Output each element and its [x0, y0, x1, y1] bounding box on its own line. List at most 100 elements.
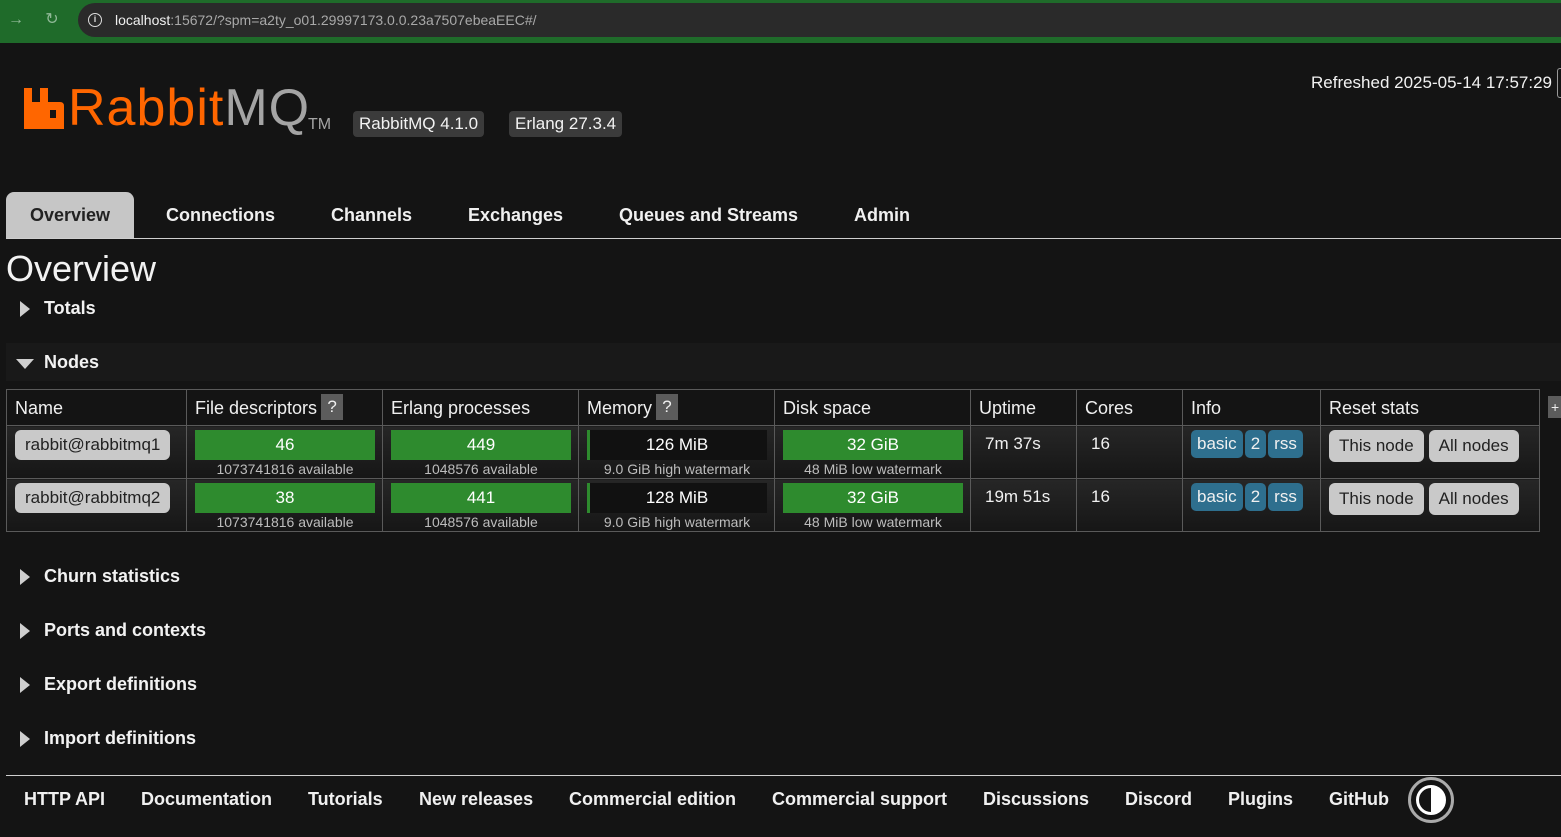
- section-export-label: Export definitions: [44, 674, 197, 694]
- tab-connections[interactable]: Connections: [166, 192, 275, 238]
- table-row: rabbit@rabbitmq2 38 1073741816 available …: [6, 478, 1540, 532]
- node-name-link[interactable]: rabbit@rabbitmq2: [15, 483, 171, 513]
- erlang-version-badge: Erlang 27.3.4: [509, 111, 623, 137]
- refreshed-timestamp: Refreshed 2025-05-14 17:57:29: [1310, 73, 1552, 92]
- tab-channels[interactable]: Channels: [331, 192, 412, 238]
- refresh-interval-select[interactable]: [1557, 68, 1561, 98]
- help-icon[interactable]: ?: [656, 394, 679, 421]
- section-churn-statistics[interactable]: Churn statistics: [6, 557, 1561, 595]
- contrast-icon: [1416, 785, 1446, 815]
- address-bar[interactable]: i localhost:15672/?spm=a2ty_o01.29997173…: [78, 3, 1561, 37]
- reload-icon[interactable]: ↻: [41, 9, 63, 31]
- section-import-label: Import definitions: [44, 728, 196, 748]
- footer-link-discussions[interactable]: Discussions: [983, 789, 1089, 810]
- section-nodes[interactable]: Nodes: [6, 343, 1561, 381]
- memory-bar-fill: [587, 483, 590, 513]
- collapse-arrow-icon: [16, 359, 34, 369]
- expand-arrow-icon: [20, 623, 30, 639]
- table-header-row: Name File descriptors? Erlang processes …: [6, 389, 1540, 426]
- reset-all-nodes-button[interactable]: All nodes: [1428, 430, 1519, 462]
- cores-value: 16: [1091, 434, 1110, 453]
- file-descriptors-available: 1073741816 available: [216, 514, 354, 530]
- memory-bar-fill: [587, 430, 590, 460]
- footer-link-tutorials[interactable]: Tutorials: [308, 789, 383, 810]
- node-name-link[interactable]: rabbit@rabbitmq1: [15, 430, 171, 460]
- logo-wordmark: RabbitMQ: [68, 79, 311, 137]
- col-name[interactable]: Name: [6, 389, 187, 426]
- section-ports-and-contexts[interactable]: Ports and contexts: [6, 611, 1561, 649]
- col-disk-space[interactable]: Disk space: [774, 389, 971, 426]
- forward-arrow-icon[interactable]: →: [5, 9, 27, 31]
- reset-this-node-button[interactable]: This node: [1329, 430, 1424, 462]
- erlang-processes-available: 1048576 available: [424, 461, 538, 477]
- section-totals[interactable]: Totals: [6, 289, 1561, 327]
- tab-admin[interactable]: Admin: [854, 192, 910, 238]
- col-cores[interactable]: Cores: [1076, 389, 1183, 426]
- col-info[interactable]: Info: [1182, 389, 1321, 426]
- rabbitmq-version-badge: RabbitMQ 4.1.0: [353, 111, 485, 137]
- section-churn-label: Churn statistics: [44, 566, 181, 586]
- file-descriptors-bar: 38: [195, 483, 375, 513]
- section-nodes-label: Nodes: [44, 352, 100, 372]
- footer: HTTP API Documentation Tutorials New rel…: [6, 775, 1561, 837]
- main-nav-tabs: Overview Connections Channels Exchanges …: [6, 192, 1561, 239]
- cores-value: 16: [1091, 487, 1110, 506]
- info-tag-rss[interactable]: rss: [1268, 430, 1303, 458]
- uptime-value: 19m 51s: [985, 487, 1051, 506]
- col-reset-stats: Reset stats: [1320, 389, 1540, 426]
- table-row: rabbit@rabbitmq1 46 1073741816 available …: [6, 425, 1540, 479]
- add-columns-button[interactable]: +: [1548, 396, 1561, 418]
- reset-all-nodes-button[interactable]: All nodes: [1428, 483, 1519, 515]
- help-icon[interactable]: ?: [321, 394, 344, 421]
- expand-arrow-icon: [20, 301, 30, 317]
- disk-watermark: 48 MiB low watermark: [804, 461, 942, 477]
- footer-link-http-api[interactable]: HTTP API: [24, 789, 105, 810]
- info-tag-basic[interactable]: basic: [1191, 430, 1243, 458]
- col-file-descriptors[interactable]: File descriptors?: [186, 389, 383, 426]
- tab-overview[interactable]: Overview: [6, 192, 135, 238]
- tab-queues-and-streams[interactable]: Queues and Streams: [619, 192, 798, 238]
- reset-this-node-button[interactable]: This node: [1329, 483, 1424, 515]
- memory-watermark: 9.0 GiB high watermark: [603, 514, 751, 530]
- theme-toggle-button[interactable]: [1408, 777, 1454, 823]
- page-title: Overview: [6, 248, 157, 289]
- erlang-processes-available: 1048576 available: [424, 514, 538, 530]
- info-tag-rss[interactable]: rss: [1268, 483, 1303, 511]
- section-export-definitions[interactable]: Export definitions: [6, 665, 1561, 703]
- footer-link-new-releases[interactable]: New releases: [419, 789, 533, 810]
- expand-arrow-icon: [20, 731, 30, 747]
- memory-watermark: 9.0 GiB high watermark: [603, 461, 751, 477]
- info-tag-basic[interactable]: basic: [1191, 483, 1243, 511]
- uptime-value: 7m 37s: [985, 434, 1041, 453]
- col-uptime[interactable]: Uptime: [970, 389, 1077, 426]
- disk-space-bar: 32 GiB: [783, 483, 963, 513]
- footer-link-plugins[interactable]: Plugins: [1228, 789, 1293, 810]
- footer-link-commercial-support[interactable]: Commercial support: [772, 789, 947, 810]
- file-descriptors-available: 1073741816 available: [216, 461, 354, 477]
- footer-link-documentation[interactable]: Documentation: [141, 789, 272, 810]
- disk-watermark: 48 MiB low watermark: [804, 514, 942, 530]
- expand-arrow-icon: [20, 569, 30, 585]
- erlang-processes-bar: 441: [391, 483, 571, 513]
- footer-link-github[interactable]: GitHub: [1329, 789, 1389, 810]
- section-totals-label: Totals: [44, 298, 96, 318]
- info-tag-count[interactable]: 2: [1244, 430, 1267, 458]
- site-info-icon[interactable]: i: [88, 13, 102, 27]
- section-import-definitions[interactable]: Import definitions: [6, 719, 1561, 757]
- memory-bar: 126 MiB: [587, 430, 767, 460]
- rabbitmq-logo-icon: [24, 88, 64, 129]
- disk-space-bar: 32 GiB: [783, 430, 963, 460]
- section-ports-label: Ports and contexts: [44, 620, 207, 640]
- expand-arrow-icon: [20, 677, 30, 693]
- file-descriptors-bar: 46: [195, 430, 375, 460]
- footer-link-discord[interactable]: Discord: [1125, 789, 1192, 810]
- browser-toolbar: → ↻ i localhost:15672/?spm=a2ty_o01.2999…: [0, 0, 1561, 43]
- tab-exchanges[interactable]: Exchanges: [468, 192, 563, 238]
- col-erlang-processes[interactable]: Erlang processes: [382, 389, 579, 426]
- nodes-table: Name File descriptors? Erlang processes …: [6, 389, 1540, 532]
- url-text[interactable]: localhost:15672/?spm=a2ty_o01.29997173.0…: [115, 12, 537, 28]
- info-tag-count[interactable]: 2: [1244, 483, 1267, 511]
- memory-bar: 128 MiB: [587, 483, 767, 513]
- col-memory[interactable]: Memory?: [578, 389, 775, 426]
- footer-link-commercial-edition[interactable]: Commercial edition: [569, 789, 736, 810]
